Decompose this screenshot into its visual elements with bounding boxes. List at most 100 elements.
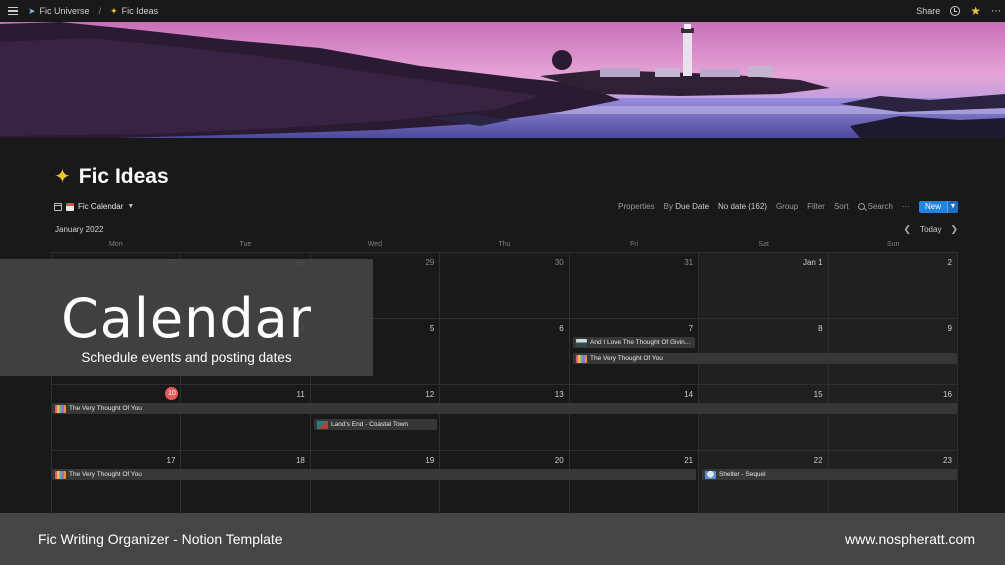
breadcrumb-fic-universe[interactable]: Fic Universe	[40, 6, 90, 16]
event-very-thought[interactable]: The Very Thought Of You	[52, 403, 957, 414]
view-name-label: Fic Calendar	[78, 202, 124, 211]
day-number: 22	[813, 456, 823, 465]
no-date-button[interactable]: No date (162)	[718, 202, 767, 211]
month-bar: January 2022 ❮ Today ❯	[55, 223, 958, 235]
properties-button[interactable]: Properties	[618, 202, 654, 211]
event-title: The Very Thought Of You	[69, 405, 142, 412]
day-number: 16	[943, 390, 952, 399]
calendar-view-icon	[54, 202, 62, 211]
updates-clock-icon[interactable]	[950, 6, 961, 16]
event-thumbnail-icon	[55, 404, 66, 413]
top-bar: ➤ Fic Universe / ✦ Fic Ideas Share ★ ⋯	[0, 0, 1005, 22]
calendar-day[interactable]: 6	[440, 319, 570, 384]
event-thumbnail-icon	[576, 354, 587, 363]
more-view-options-button[interactable]: ···	[902, 202, 910, 211]
event-thumbnail-icon	[705, 470, 716, 479]
calendar-day[interactable]: Jan 1	[699, 253, 829, 318]
search-icon	[857, 203, 865, 210]
day-number: 5	[429, 324, 435, 333]
calendar-day[interactable]: 8	[699, 319, 829, 384]
calendar-day[interactable]: 14	[570, 385, 700, 450]
cover-image	[0, 22, 1005, 138]
event-shelter[interactable]: Shelter - Sequel	[702, 469, 957, 480]
magic-wand-icon: ✦	[54, 166, 71, 188]
event-title: Shelter - Sequel	[719, 471, 766, 478]
page-title: ✦ Fic Ideas	[54, 164, 169, 189]
breadcrumb-fic-ideas[interactable]: Fic Ideas	[122, 6, 159, 16]
weekday-sun: Sun	[887, 241, 900, 248]
day-number: 11	[296, 390, 305, 399]
calendar-day[interactable]: 21	[570, 451, 700, 516]
calendar-by-label: By	[663, 202, 673, 211]
event-title: Land's End - Coastal Town	[331, 421, 409, 428]
event-lands-end[interactable]: Land's End - Coastal Town	[314, 419, 437, 430]
day-number: 6	[559, 324, 564, 333]
view-selector[interactable]: Fic Calendar ▼	[54, 202, 134, 211]
calendar-day[interactable]: 19	[311, 451, 441, 516]
calendar-day[interactable]: 12	[311, 385, 441, 450]
calendar-day[interactable]: 15	[699, 385, 829, 450]
weekday-header: Mon Tue Wed Thu Fri Sat Sun	[51, 238, 958, 252]
menu-icon[interactable]	[8, 7, 18, 15]
calendar-day[interactable]: 2	[828, 253, 958, 318]
search-label: Search	[867, 202, 893, 211]
search-button[interactable]: Search	[857, 202, 893, 211]
calendar-day[interactable]: 18	[181, 451, 311, 516]
calendar-day[interactable]: 11	[181, 385, 311, 450]
calendar-day[interactable]: 30	[440, 253, 570, 318]
day-number: 12	[425, 390, 435, 399]
calendar-day[interactable]: 23	[828, 451, 958, 516]
month-label: January 2022	[55, 224, 104, 234]
event-thumbnail-icon	[576, 338, 587, 347]
day-number: Jan 1	[802, 258, 823, 267]
day-number: 15	[813, 390, 823, 399]
view-toolbar: Fic Calendar ▼ Properties By Due Date No…	[54, 200, 958, 213]
group-button[interactable]: Group	[776, 202, 798, 211]
calendar-day[interactable]: 17	[51, 451, 182, 516]
calendar-day[interactable]: 7	[570, 319, 700, 384]
filter-button[interactable]: Filter	[807, 202, 825, 211]
day-number: 2	[947, 258, 952, 267]
day-number: 29	[425, 258, 435, 267]
sort-button[interactable]: Sort	[834, 202, 849, 211]
favorite-star-icon[interactable]: ★	[970, 4, 981, 18]
today-day-number: 10	[165, 387, 179, 400]
page-title-text[interactable]: Fic Ideas	[79, 165, 169, 189]
promo-subtitle: Schedule events and posting dates	[81, 350, 292, 365]
calendar-day[interactable]: 9	[828, 319, 958, 384]
prev-month-chevron-icon[interactable]: ❮	[904, 224, 912, 235]
event-very-thought[interactable]: The Very Thought Of You	[52, 469, 696, 480]
next-month-chevron-icon[interactable]: ❯	[950, 224, 958, 235]
weekday-sat: Sat	[758, 241, 769, 248]
new-button-group: New ▼	[918, 200, 958, 213]
today-button[interactable]: Today	[920, 225, 941, 234]
event-title: The Very Thought Of You	[69, 471, 142, 478]
calendar-day[interactable]: 22	[699, 451, 829, 516]
weekday-fri: Fri	[630, 241, 639, 248]
event-love-thought[interactable]: And I Love The Thought Of Givin...	[573, 337, 695, 348]
new-button[interactable]: New	[918, 200, 947, 213]
event-thumbnail-icon	[317, 420, 328, 429]
day-number: 7	[688, 324, 694, 333]
event-thumbnail-icon	[55, 470, 66, 479]
share-button[interactable]: Share	[916, 6, 940, 16]
calendar-day[interactable]: 16	[828, 385, 958, 450]
calendar-day[interactable]: 31	[570, 253, 700, 318]
calendar-day[interactable]: 10	[51, 385, 182, 450]
day-number: 31	[684, 258, 694, 267]
calendar-day[interactable]: 13	[440, 385, 570, 450]
day-number: 20	[554, 456, 564, 465]
event-very-thought[interactable]: The Very Thought Of You	[573, 353, 957, 364]
weekday-thu: Thu	[498, 241, 511, 248]
day-number: 8	[818, 324, 823, 333]
new-dropdown-chevron-icon[interactable]: ▼	[947, 200, 958, 213]
calendar-day[interactable]: 20	[440, 451, 570, 516]
calendar-by-button[interactable]: By Due Date	[664, 202, 709, 211]
footer-template-name: Fic Writing Organizer - Notion Template	[38, 531, 283, 547]
event-title: The Very Thought Of You	[590, 355, 663, 362]
rocket-icon: ➤	[28, 5, 36, 16]
due-date-label: Due Date	[675, 202, 710, 211]
more-options-icon[interactable]: ⋯	[991, 6, 1001, 17]
day-number: 13	[554, 390, 564, 399]
day-number: 18	[295, 456, 305, 465]
